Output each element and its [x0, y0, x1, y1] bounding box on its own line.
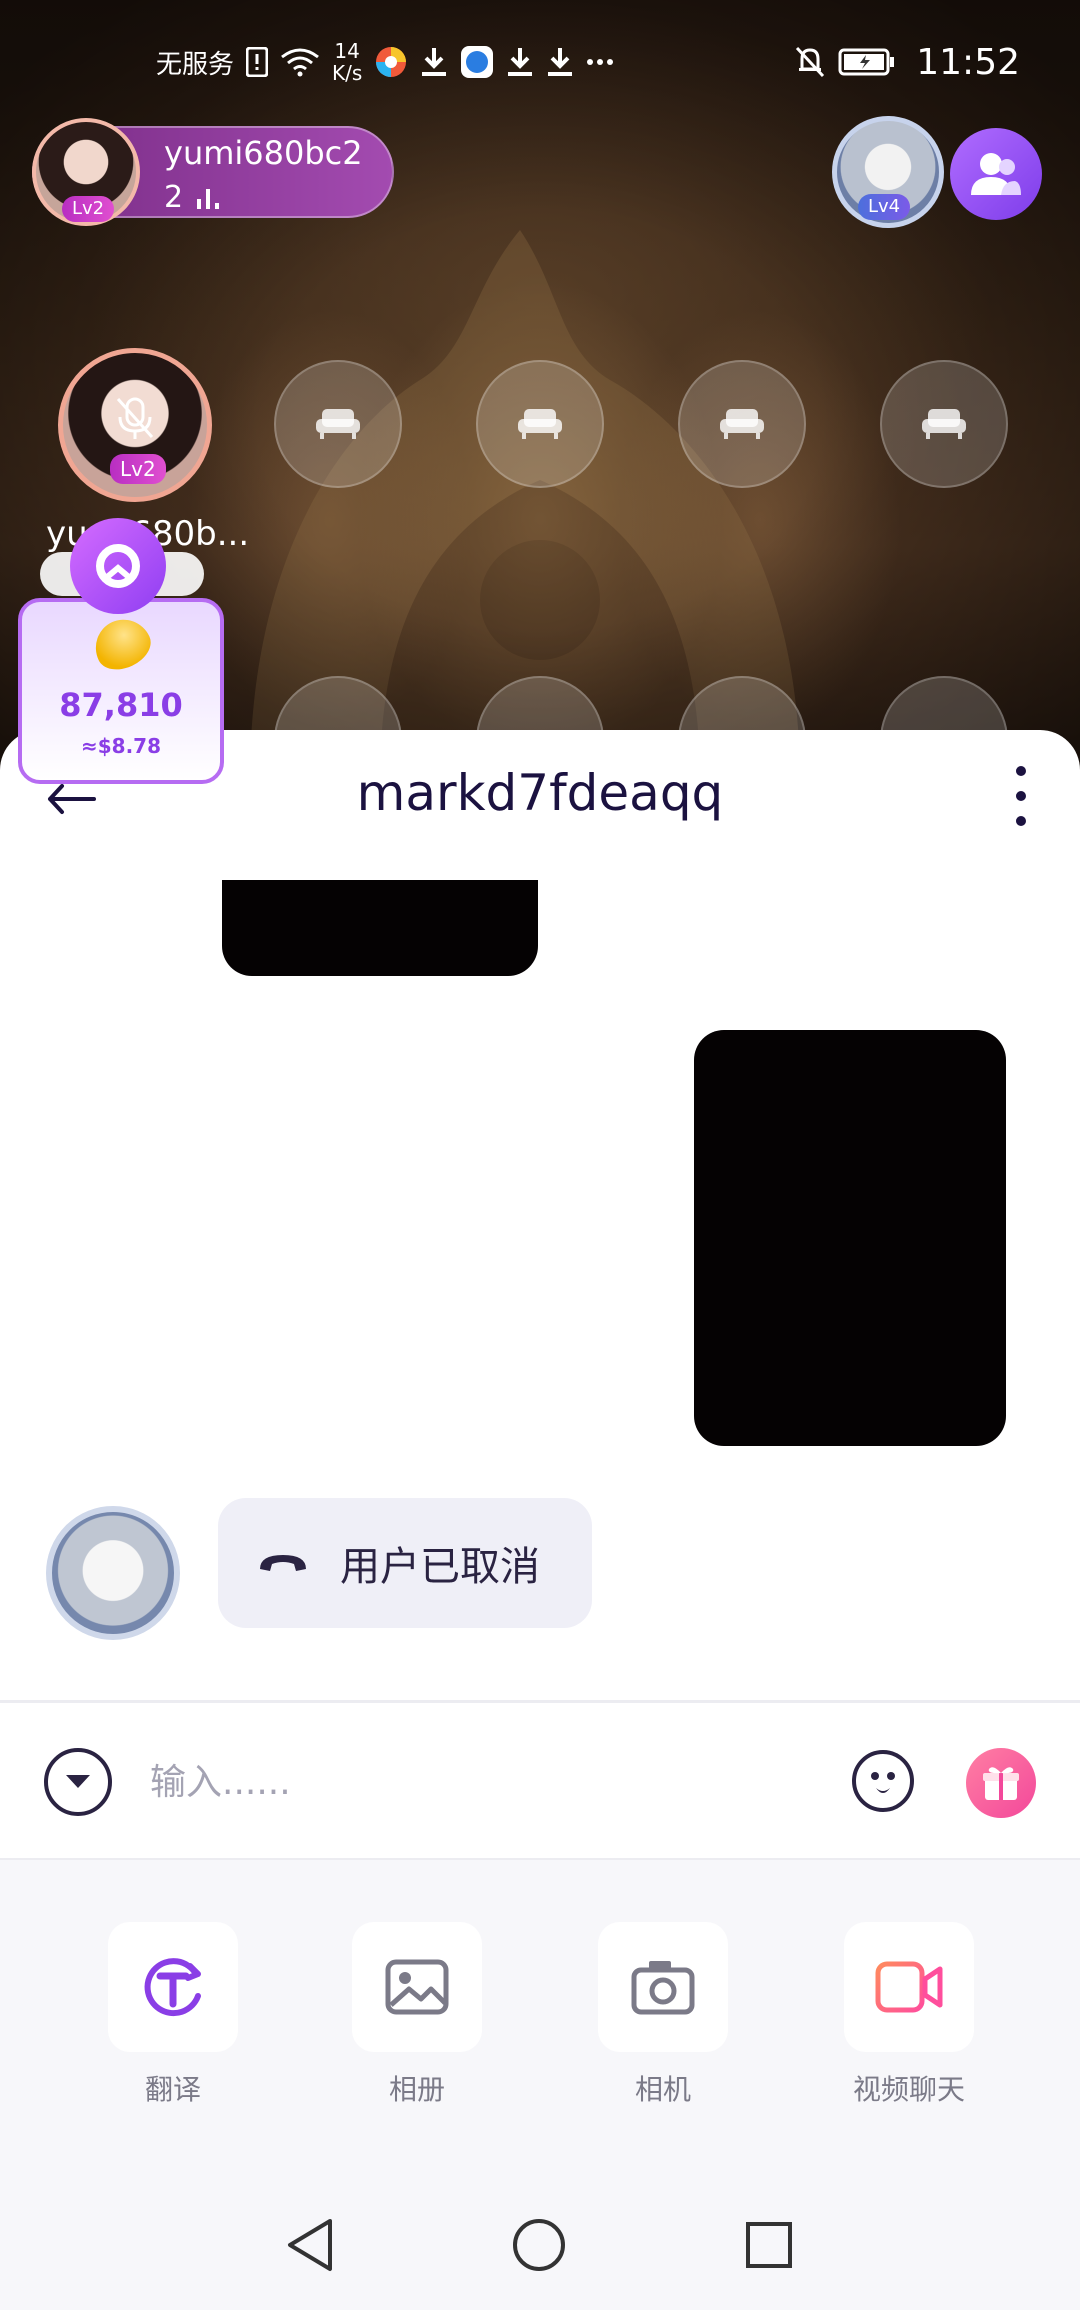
speed-value: 14 [334, 39, 360, 63]
nav-home-button[interactable] [504, 2210, 574, 2280]
sofa-icon [316, 409, 360, 439]
download-icon [506, 46, 534, 78]
empty-seat[interactable] [274, 360, 402, 488]
empty-seat[interactable] [476, 360, 604, 488]
empty-seat[interactable] [678, 360, 806, 488]
translate-icon [144, 1958, 201, 2017]
sofa-icon [922, 409, 966, 439]
room-members-button[interactable] [950, 128, 1042, 220]
coin-balance: 87,810 [59, 686, 183, 724]
dot [1016, 791, 1026, 801]
mic-muted-icon [116, 397, 154, 439]
download-icon [546, 46, 574, 78]
call-status-text: 用户已取消 [340, 1544, 540, 1590]
empty-seat[interactable] [880, 360, 1008, 488]
battery-icon [838, 48, 896, 76]
dot [1016, 816, 1026, 826]
sofa-icon [720, 409, 764, 439]
tool-video-call[interactable]: 视频聊天 [784, 1922, 1034, 2108]
host-level-badge: Lv2 [62, 196, 115, 222]
status-bar: 无服务 14 K/s 11:52 [0, 0, 1080, 124]
carrier-label: 无服务 [156, 49, 235, 80]
wifi-icon [280, 47, 320, 77]
tool-camera[interactable]: 相机 [538, 1922, 788, 2108]
coin-balance-widget[interactable]: 87,810 ≈$8.78 [18, 598, 224, 784]
seat-user-level-badge: Lv2 [110, 454, 166, 484]
clock: 11:52 [916, 41, 1020, 83]
tool-translate[interactable]: 翻译 [48, 1922, 298, 2108]
triangle-back-icon [288, 2219, 332, 2271]
system-nav-bar [0, 2180, 1080, 2310]
image-message[interactable] [222, 880, 538, 976]
camera-icon [631, 1961, 695, 2015]
tool-album[interactable]: 相册 [292, 1922, 542, 2108]
phone-hangup-icon [260, 1555, 306, 1571]
tool-label: 相册 [388, 2073, 445, 2106]
app-screen: 无服务 14 K/s 11:52 Lv2 yumi680bc2 2 Lv4 Lv… [0, 0, 1080, 2310]
tool-label: 相机 [634, 2073, 691, 2106]
tool-tile[interactable] [844, 1922, 974, 2052]
gift-button[interactable] [966, 1748, 1036, 1818]
expand-tools-button[interactable] [44, 1748, 112, 1816]
more-options-button[interactable] [1006, 766, 1036, 826]
host-name: yumi680bc2 [164, 134, 363, 172]
tool-label: 翻译 [144, 2073, 201, 2106]
emoji-icon [871, 1772, 895, 1793]
top-user-level-badge: Lv4 [858, 194, 911, 220]
circle-home-icon [513, 2219, 565, 2271]
nav-back-button[interactable] [274, 2210, 344, 2280]
sim-error-icon [246, 47, 269, 77]
divider [0, 1700, 1080, 1703]
tool-label: 视频聊天 [852, 2073, 965, 2106]
listener-count: 2 [164, 180, 221, 215]
message-input[interactable] [150, 1744, 810, 1820]
mute-bell-icon [794, 45, 826, 79]
download-icon [420, 46, 448, 78]
image-message[interactable] [694, 1030, 1006, 1446]
speed-unit: K/s [332, 61, 363, 85]
chevron-down-icon [66, 1775, 90, 1788]
listener-count-value: 2 [164, 180, 184, 215]
video-call-icon [875, 1961, 943, 2013]
app-notification-icon [460, 45, 494, 79]
browser-app-icon [374, 45, 408, 79]
bean-coin-icon [86, 610, 158, 678]
nav-recents-button[interactable] [734, 2210, 804, 2280]
more-notifications-icon [586, 58, 614, 66]
users-icon [971, 153, 1021, 195]
square-recents-icon [746, 2222, 792, 2268]
dot [1016, 766, 1026, 776]
signal-bars-icon [197, 188, 220, 209]
call-status-message[interactable]: 用户已取消 [218, 1498, 592, 1628]
tool-tile[interactable] [108, 1922, 238, 2052]
network-speed: 14 K/s [332, 40, 362, 84]
coin-widget-badge[interactable] [70, 518, 166, 614]
album-icon [385, 1959, 449, 2015]
gift-icon [983, 1767, 1019, 1800]
coin-usd-value: ≈$8.78 [80, 734, 162, 758]
emoji-button[interactable] [852, 1750, 914, 1812]
sofa-icon [518, 409, 562, 439]
ring-icon [96, 544, 140, 588]
sender-avatar[interactable] [46, 1506, 180, 1640]
tool-tile[interactable] [352, 1922, 482, 2052]
tool-tile[interactable] [598, 1922, 728, 2052]
